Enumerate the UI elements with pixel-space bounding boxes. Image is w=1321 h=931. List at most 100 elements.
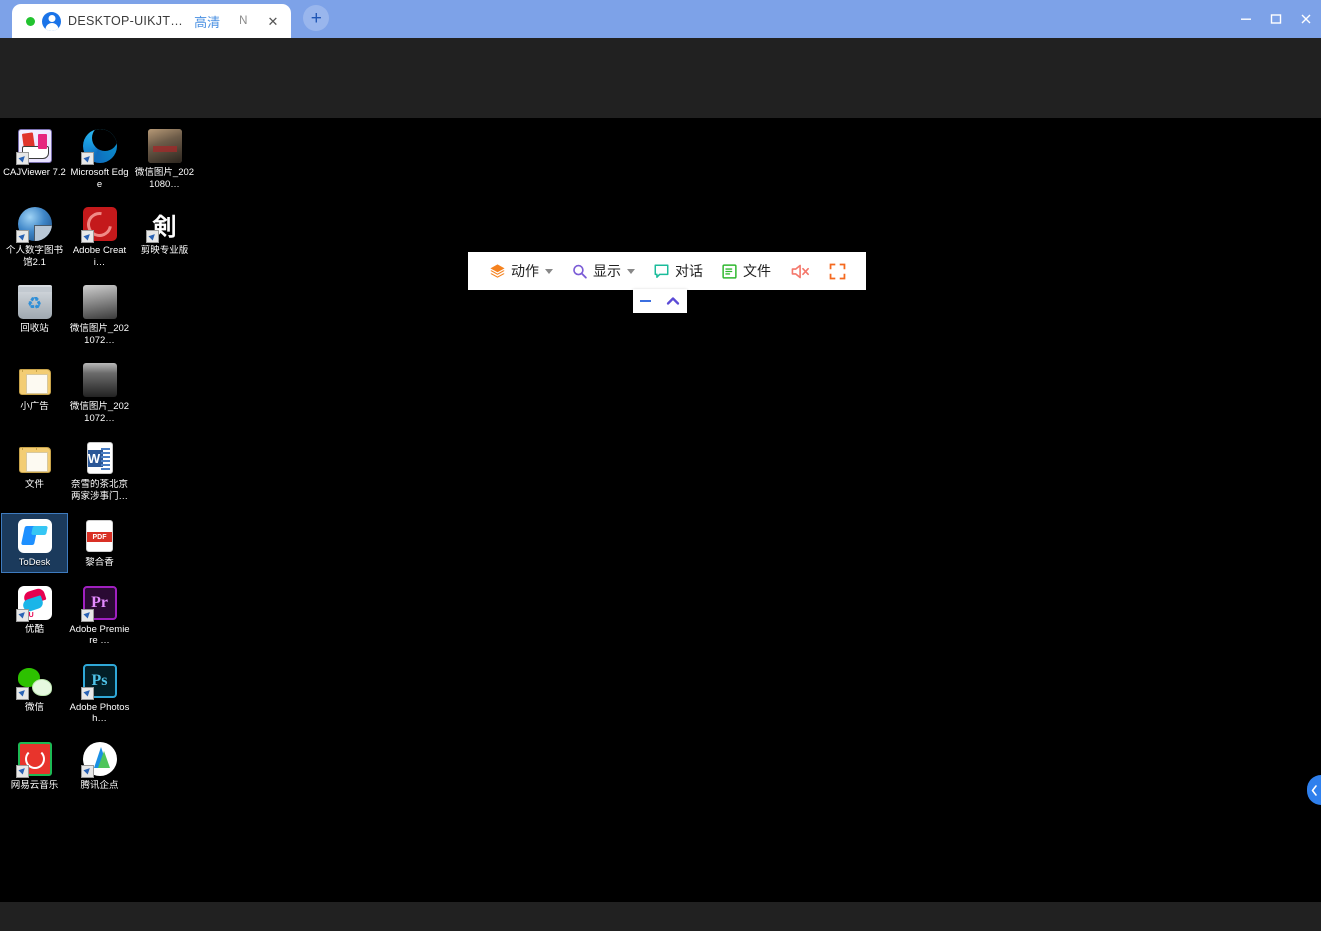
- chevron-left-icon: [1311, 784, 1317, 796]
- desktop-icon-empty: [132, 514, 197, 572]
- desktop-icon-row: 小广告 微信图片_2021072…: [2, 358, 202, 436]
- window-controls: [1231, 0, 1321, 38]
- chat-icon: [654, 264, 669, 278]
- desktop-icon[interactable]: 微信: [2, 659, 67, 728]
- toolbar-collapse-bar[interactable]: [633, 289, 687, 313]
- remote-control-toolbar: 动作 显示 对话 文件: [468, 252, 866, 290]
- desktop-icon-label: 网易云音乐: [10, 779, 59, 791]
- desktop-icon[interactable]: ToDesk: [1, 513, 68, 573]
- folder-icon: [18, 447, 51, 473]
- layers-icon: [490, 263, 505, 278]
- desktop-icon-image: [147, 128, 183, 164]
- desktop-icon-row: CAJViewer 7.2 Microsoft Edge 微信图片_2021080…: [2, 124, 202, 202]
- chevron-up-icon[interactable]: [666, 296, 680, 306]
- folder-icon: [18, 369, 51, 395]
- desktop-icon-image: [82, 284, 118, 320]
- todesk-icon: [17, 519, 52, 553]
- desktop-icon-label: 腾讯企点: [80, 779, 119, 791]
- fullscreen-icon: [829, 263, 846, 279]
- desktop-icon-image: [80, 128, 118, 165]
- desktop-icon-grid: CAJViewer 7.2 Microsoft Edge 微信图片_2021080……: [1, 124, 202, 803]
- desktop-icon[interactable]: 网易云音乐: [2, 737, 67, 795]
- shortcut-arrow-icon: [80, 764, 94, 778]
- word-icon: [86, 442, 113, 474]
- close-button[interactable]: [1291, 0, 1321, 38]
- desktop-icon-empty: [132, 436, 197, 505]
- desktop-icon-image: [80, 741, 118, 778]
- desktop-icon-image: [15, 663, 53, 700]
- desktop-icon-label: 微信图片_2021080…: [134, 167, 195, 190]
- tab-title: DESKTOP-UIKJT…: [68, 14, 184, 28]
- shortcut-arrow-icon: [145, 230, 159, 243]
- desktop-icon[interactable]: UKU优酷: [2, 581, 67, 650]
- minimize-button[interactable]: [1231, 0, 1261, 38]
- toolbar-item-action[interactable]: 动作: [480, 252, 562, 290]
- desktop-icon[interactable]: 腾讯企点: [67, 737, 132, 795]
- shortcut-arrow-icon: [80, 608, 94, 622]
- desktop-icon[interactable]: Adobe Creati…: [67, 202, 132, 271]
- desktop-icon-label: 奈雪的茶北京两家涉事门…: [70, 479, 128, 502]
- shortcut-arrow-icon: [15, 152, 29, 165]
- desktop-icon-label: CAJViewer 7.2: [3, 167, 66, 178]
- desktop-icon[interactable]: 黎合香: [67, 514, 132, 572]
- desktop-icon-image: [82, 518, 118, 554]
- toolbar-item-display[interactable]: 显示: [562, 252, 644, 290]
- shortcut-arrow-icon: [80, 686, 94, 700]
- desktop-icon[interactable]: CAJViewer 7.2: [2, 124, 67, 193]
- maximize-icon: [1270, 14, 1282, 24]
- toolbar-fullscreen-button[interactable]: [821, 252, 854, 290]
- tab-quality-label[interactable]: 高清: [194, 12, 220, 31]
- shortcut-arrow-icon: [80, 230, 94, 243]
- toolbar-mute-button[interactable]: [780, 252, 821, 290]
- file-icon: [722, 263, 737, 279]
- desktop-icon-image: [15, 128, 53, 165]
- desktop-icon[interactable]: Microsoft Edge: [67, 124, 132, 193]
- desktop-icon[interactable]: 微信图片_2021080…: [132, 124, 197, 193]
- tab-close-button[interactable]: ✕: [264, 13, 281, 30]
- desktop-icon-empty: [132, 581, 197, 650]
- desktop-icon[interactable]: 微信图片_2021072…: [67, 280, 132, 349]
- desktop-icon-empty: [132, 659, 197, 728]
- desktop-icon-label: 剪映专业版: [140, 245, 189, 256]
- new-tab-button[interactable]: +: [303, 5, 330, 31]
- desktop-icon[interactable]: 奈雪的茶北京两家涉事门…: [67, 436, 132, 505]
- desktop-icon-row: 文件 奈雪的茶北京两家涉事门…: [2, 436, 202, 514]
- tab-badge-n: N: [239, 15, 248, 27]
- desktop-icon-image: UKU: [15, 585, 53, 622]
- desktop-icon[interactable]: 微信图片_2021072…: [67, 358, 132, 427]
- toolbar-item-file[interactable]: 文件: [712, 252, 780, 290]
- desktop-icon-image: [15, 206, 53, 243]
- desktop-icon-row: 回收站 微信图片_2021072…: [2, 280, 202, 358]
- desktop-icon[interactable]: 文件: [2, 436, 67, 505]
- desktop-icon[interactable]: 回收站: [2, 280, 67, 349]
- close-icon: [1301, 14, 1311, 24]
- desktop-icon-row: 个人数字图书馆2.1 Adobe Creati… 剣剪映专业版: [2, 202, 202, 280]
- desktop-icon[interactable]: 剣剪映专业版: [132, 202, 197, 271]
- session-tab[interactable]: DESKTOP-UIKJT… 高清 N ✕: [12, 4, 292, 38]
- desktop-icon[interactable]: Pr Adobe Premiere …: [67, 581, 132, 650]
- chevron-down-icon: [627, 268, 635, 274]
- shortcut-arrow-icon: [15, 608, 29, 622]
- minimize-icon[interactable]: [640, 300, 652, 302]
- desktop-icon[interactable]: 个人数字图书馆2.1: [2, 202, 67, 271]
- minimize-icon: [1241, 18, 1251, 20]
- desktop-icon-label: 微信图片_2021072…: [69, 323, 130, 346]
- desktop-icon-label: Microsoft Edge: [70, 167, 129, 190]
- desktop-icon-image: [17, 284, 53, 320]
- desktop-icon[interactable]: Ps Adobe Photosh…: [67, 659, 132, 728]
- desktop-icon-label: 优酷: [24, 623, 44, 635]
- desktop-icon-image: Ps: [80, 663, 118, 700]
- desktop-icon-label: Adobe Photosh…: [69, 701, 130, 725]
- toolbar-item-chat[interactable]: 对话: [644, 252, 712, 290]
- toolbar-label-chat: 对话: [675, 263, 703, 279]
- sidebar-expand-handle[interactable]: [1307, 775, 1321, 805]
- remote-desktop-app: DESKTOP-UIKJT… 高清 N ✕ + CAJViewer 7.2 Mi…: [0, 0, 1321, 931]
- desktop-icon-image: 剣: [145, 206, 183, 243]
- online-dot: [26, 16, 35, 26]
- bin-icon: [17, 285, 52, 319]
- desktop-icon[interactable]: 小广告: [2, 358, 67, 427]
- remote-desktop-canvas[interactable]: CAJViewer 7.2 Microsoft Edge 微信图片_2021080……: [0, 118, 1321, 902]
- remote-screen-shell: CAJViewer 7.2 Microsoft Edge 微信图片_2021080……: [0, 38, 1321, 931]
- maximize-button[interactable]: [1261, 0, 1291, 38]
- toolbar-label-action: 动作: [511, 263, 539, 279]
